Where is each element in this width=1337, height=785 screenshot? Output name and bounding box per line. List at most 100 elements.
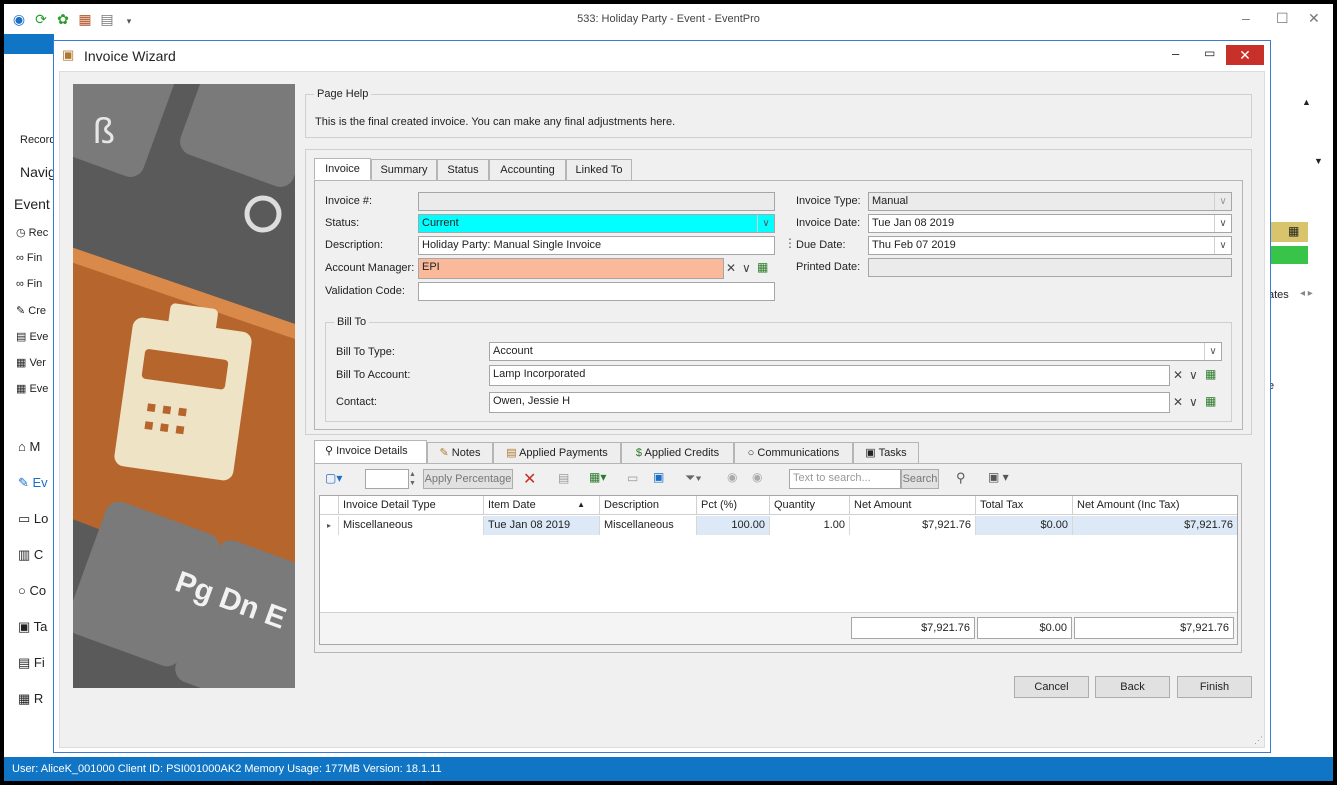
column-header[interactable]: Net Amount (Inc Tax) xyxy=(1073,496,1237,515)
nav-module[interactable]: ▦ R xyxy=(18,691,43,707)
back-button[interactable]: Back xyxy=(1095,676,1170,698)
chevron-down-icon[interactable]: ∨ xyxy=(1214,193,1231,210)
tab-status[interactable]: Status xyxy=(437,159,489,181)
nav-item[interactable]: ▦ Eve xyxy=(16,382,48,395)
nav-module[interactable]: ▣ Ta xyxy=(18,619,47,635)
close-button[interactable]: ✕ xyxy=(1226,45,1264,65)
validation-code-field[interactable] xyxy=(418,282,775,301)
table-cell[interactable]: 100.00 xyxy=(697,516,770,535)
bill-to-account-field[interactable]: Lamp Incorporated xyxy=(489,365,1170,386)
invoice-number-field[interactable] xyxy=(418,192,775,211)
chevron-down-icon[interactable]: ∨ xyxy=(742,261,751,275)
clear-icon[interactable]: ✕ xyxy=(726,261,736,275)
table-cell[interactable]: Miscellaneous xyxy=(339,516,484,535)
resize-grip-icon[interactable]: ⋰ xyxy=(1254,735,1263,746)
tab-invoice[interactable]: Invoice xyxy=(314,158,371,180)
nav-module[interactable]: ○ Co xyxy=(18,583,46,598)
column-header[interactable]: Quantity xyxy=(770,496,850,515)
contact-field[interactable]: Owen, Jessie H xyxy=(489,392,1170,413)
clear-icon[interactable]: ✕ xyxy=(1173,368,1183,382)
spinner-icon[interactable]: ▲ ▼ xyxy=(409,470,416,488)
percentage-input[interactable] xyxy=(365,469,409,489)
minimize-icon[interactable]: – xyxy=(1172,46,1179,61)
table-cell[interactable]: $7,921.76 xyxy=(850,516,976,535)
nav-item[interactable]: ∞ Fin xyxy=(16,252,42,264)
table-cell[interactable]: $7,921.76 xyxy=(1073,516,1237,535)
export-icon[interactable]: ▭ xyxy=(627,471,638,485)
apply-percentage-button[interactable]: Apply Percentage xyxy=(423,469,513,489)
column-header[interactable]: Description xyxy=(600,496,697,515)
search-input[interactable]: Text to search... xyxy=(789,469,901,489)
lookup-icon[interactable]: ▦ xyxy=(1205,367,1216,381)
close-icon[interactable]: ✕ xyxy=(1308,10,1320,27)
account-manager-field[interactable]: EPI xyxy=(418,258,724,279)
new-icon[interactable]: ▢▾ xyxy=(325,471,342,485)
status-field[interactable]: Current ∨ xyxy=(418,214,775,233)
due-date-field[interactable]: Thu Feb 07 2019 ∨ xyxy=(868,236,1232,255)
invoice-type-field[interactable]: Manual ∨ xyxy=(868,192,1232,211)
tab-notes[interactable]: ✎ Notes xyxy=(427,442,493,464)
tab-label[interactable]: ates xyxy=(1268,289,1289,301)
save-icon[interactable]: ▣ ▾ xyxy=(988,470,1009,484)
column-header[interactable]: Item Date ▲ xyxy=(484,496,600,515)
move-up-icon[interactable]: ◉ xyxy=(727,470,737,484)
finish-button[interactable]: Finish xyxy=(1177,676,1252,698)
chevron-down-icon[interactable]: ∨ xyxy=(1214,237,1231,254)
nav-module[interactable]: ▭ Lo xyxy=(18,511,48,527)
chevron-down-icon[interactable]: ∨ xyxy=(757,215,774,232)
find-icon[interactable]: ⚲ xyxy=(956,470,966,486)
table-cell[interactable]: Tue Jan 08 2019 xyxy=(484,516,600,535)
dropdown-icon[interactable]: ▼ xyxy=(1314,156,1323,166)
invoice-date-field[interactable]: Tue Jan 08 2019 ∨ xyxy=(868,214,1232,233)
chevron-down-icon[interactable]: ∨ xyxy=(1204,343,1221,360)
description-field[interactable]: Holiday Party: Manual Single Invoice xyxy=(418,236,775,255)
column-header[interactable]: Net Amount xyxy=(850,496,976,515)
minimize-icon[interactable]: – xyxy=(1242,10,1250,26)
lookup-icon[interactable]: ▦ xyxy=(757,260,768,274)
nav-module[interactable]: ✎ Ev xyxy=(18,475,48,491)
move-down-icon[interactable]: ◉ xyxy=(752,470,762,484)
lookup-icon[interactable]: ▦ xyxy=(1288,224,1299,238)
collapse-icon[interactable]: ▲ xyxy=(1302,97,1311,107)
printed-date-field[interactable] xyxy=(868,258,1232,277)
maximize-icon[interactable]: ☐ xyxy=(1276,10,1289,27)
tab-tasks[interactable]: ▣ Tasks xyxy=(853,442,919,464)
nav-item[interactable]: ✎ Cre xyxy=(16,304,46,317)
nav-module[interactable]: ⌂ M xyxy=(18,439,40,454)
delete-icon[interactable]: ✕ xyxy=(523,469,536,489)
nav-item[interactable]: ▦ Ver xyxy=(16,356,46,369)
table-cell[interactable]: Miscellaneous xyxy=(600,516,697,535)
tab-communications[interactable]: ○ Communications xyxy=(734,442,853,464)
lookup-icon[interactable]: ▦ xyxy=(1205,394,1216,408)
splitter-handle[interactable]: ⋮ xyxy=(784,236,796,250)
scroll-arrows[interactable]: ◂ ▸ xyxy=(1300,288,1313,299)
bill-to-type-field[interactable]: Account ∨ xyxy=(489,342,1222,361)
tab-invoice-details[interactable]: ⚲ Invoice Details xyxy=(314,440,427,464)
copy-icon[interactable]: ▤ xyxy=(558,471,569,485)
maximize-icon[interactable]: ▭ xyxy=(1204,46,1215,60)
nav-module[interactable]: ▥ C xyxy=(18,547,43,563)
chevron-down-icon[interactable]: ∨ xyxy=(1189,395,1198,409)
tab-linked-to[interactable]: Linked To xyxy=(566,159,632,181)
nav-item[interactable]: ∞ Fin xyxy=(16,278,42,290)
cancel-button[interactable]: Cancel xyxy=(1014,676,1089,698)
table-cell[interactable]: $0.00 xyxy=(976,516,1073,535)
chevron-down-icon[interactable]: ∨ xyxy=(1214,215,1231,232)
tab-accounting[interactable]: Accounting xyxy=(489,159,566,181)
grid-options-icon[interactable]: ▦▾ xyxy=(589,470,606,484)
tab-applied-credits[interactable]: $ Applied Credits xyxy=(621,442,734,464)
nav-item[interactable]: ▤ Eve xyxy=(16,330,48,343)
column-header[interactable]: Total Tax xyxy=(976,496,1073,515)
search-button[interactable]: Search xyxy=(901,469,939,489)
filter-icon[interactable]: ⏷▾ xyxy=(685,470,702,486)
tab-applied-payments[interactable]: ▤ Applied Payments xyxy=(493,442,621,464)
info-icon[interactable]: ▣ xyxy=(653,470,664,484)
chevron-down-icon[interactable]: ∨ xyxy=(1189,368,1198,382)
tab-summary[interactable]: Summary xyxy=(371,159,437,181)
clear-icon[interactable]: ✕ xyxy=(1173,395,1183,409)
column-header[interactable]: Pct (%) xyxy=(697,496,770,515)
column-header[interactable]: Invoice Detail Type xyxy=(339,496,484,515)
table-cell[interactable]: 1.00 xyxy=(770,516,850,535)
nav-item[interactable]: ◷ Rec xyxy=(16,226,48,239)
nav-module[interactable]: ▤ Fi xyxy=(18,655,45,671)
